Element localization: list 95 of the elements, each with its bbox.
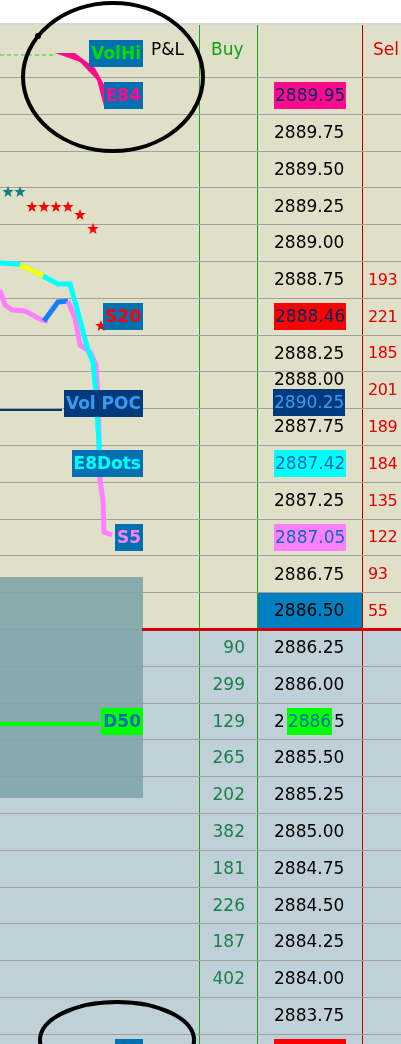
buy-volume: 90 bbox=[223, 636, 245, 660]
sell-volume: 55 bbox=[368, 600, 388, 623]
price-cell[interactable]: 2884.25 bbox=[257, 924, 363, 961]
sell-volume: 193 bbox=[368, 268, 398, 291]
poc-line bbox=[0, 409, 63, 411]
price-text: 2884.75 bbox=[274, 856, 345, 880]
price-cell[interactable]: 2883.75 bbox=[257, 997, 363, 1034]
price-cell[interactable]: 2889.95 bbox=[257, 78, 363, 114]
pnl-header: P&L bbox=[151, 39, 184, 59]
buy-volume: 299 bbox=[212, 672, 245, 696]
indicator-segment bbox=[19, 262, 45, 279]
price-cell[interactable]: 2884.00 bbox=[257, 961, 363, 997]
chart-label-text: E84 bbox=[105, 87, 141, 105]
buy-volume: 382 bbox=[212, 820, 245, 844]
price-text: 2886.00 bbox=[274, 672, 345, 696]
sell-volume: 221 bbox=[368, 305, 398, 328]
buy-volume: 402 bbox=[212, 967, 245, 991]
buy-header: Buy bbox=[211, 39, 244, 59]
price-text: 2885.25 bbox=[274, 783, 345, 807]
sell-volume: 135 bbox=[368, 489, 398, 512]
price-text: 2889.00 bbox=[274, 231, 345, 255]
sell-volume: 184 bbox=[368, 452, 398, 475]
marker-price: 2890.25 bbox=[274, 394, 345, 412]
price-cell[interactable]: 2886.75 bbox=[257, 556, 363, 593]
price-cell[interactable]: 2887.25 bbox=[257, 482, 363, 519]
star-icon bbox=[87, 223, 99, 234]
price-text: 2888.00 bbox=[274, 370, 345, 388]
buy-volume: 181 bbox=[212, 856, 245, 880]
price-text: 2886.25 bbox=[274, 636, 345, 660]
price-cell[interactable]: 2889.50 bbox=[257, 151, 363, 188]
price-text: 2887.75 bbox=[274, 415, 345, 439]
price-cell[interactable]: 2889.25 bbox=[257, 188, 363, 225]
sell-volume: 93 bbox=[368, 563, 388, 586]
price-cell[interactable]: 2889.75 bbox=[257, 114, 363, 151]
price-text: 2889.25 bbox=[274, 194, 345, 218]
price-text: 2886.75 bbox=[274, 562, 345, 586]
price-cell[interactable]: 2886.00 bbox=[257, 666, 363, 703]
chart-label-text: D50 bbox=[103, 712, 141, 730]
sell-volume: 122 bbox=[368, 526, 398, 549]
price-cell[interactable]: 2889.00 bbox=[257, 225, 363, 261]
price-cell[interactable]: 2888.75 bbox=[257, 262, 363, 298]
marker-price: 2886 bbox=[287, 712, 332, 730]
price-text: 2885.00 bbox=[274, 820, 345, 844]
buy-volume: 226 bbox=[212, 893, 245, 917]
price-cell[interactable]: 2888.25 bbox=[257, 335, 363, 372]
star-icon bbox=[74, 209, 86, 220]
star-icon bbox=[14, 186, 26, 197]
price-text: 2888.75 bbox=[274, 268, 345, 292]
marker-price: 2889.95 bbox=[275, 87, 346, 105]
price-fragment: 5 bbox=[334, 709, 345, 733]
price-text: 2889.50 bbox=[274, 157, 345, 181]
sell-volume: 185 bbox=[368, 342, 398, 365]
price-text: 2885.50 bbox=[274, 746, 345, 770]
price-cell[interactable]: 2885.00 bbox=[257, 813, 363, 850]
buy-volume: 129 bbox=[212, 709, 245, 733]
buy-volume: 202 bbox=[212, 783, 245, 807]
indicator-segment bbox=[42, 298, 69, 323]
price-text: 2887.25 bbox=[274, 488, 345, 512]
dashed-level-line bbox=[0, 54, 56, 56]
price-cell[interactable]: 2887.75 bbox=[257, 409, 363, 445]
price-cell[interactable]: 2885.50 bbox=[257, 740, 363, 777]
star-icon bbox=[50, 201, 62, 212]
star-icon bbox=[2, 186, 14, 197]
price-text: 2884.25 bbox=[274, 930, 345, 954]
buy-volume: 187 bbox=[212, 930, 245, 954]
price-cell[interactable]: 2886.50 bbox=[257, 593, 363, 629]
buy-volume: 265 bbox=[212, 746, 245, 770]
indicator-line bbox=[0, 289, 49, 324]
price-cell[interactable]: 2884.75 bbox=[257, 850, 363, 887]
sell-volume: 189 bbox=[368, 416, 398, 439]
sell-volume: 201 bbox=[368, 379, 398, 402]
chart-label-text: E8Dots bbox=[73, 455, 141, 473]
price-text: 2888.25 bbox=[274, 341, 345, 365]
chart-label-text: S5 bbox=[116, 528, 141, 546]
star-icon bbox=[38, 201, 50, 212]
star-icon bbox=[26, 201, 38, 212]
marker-price: 2887.05 bbox=[275, 528, 346, 546]
price-cell[interactable]: 2886.25 bbox=[257, 629, 363, 666]
price-text: 2884.00 bbox=[274, 967, 345, 991]
price-cell[interactable]: 2887.42 bbox=[257, 445, 363, 482]
chart-label-text: S20 bbox=[105, 308, 141, 326]
price-text: 2886.50 bbox=[274, 599, 345, 623]
price-text: 2889.75 bbox=[274, 120, 345, 144]
chart-label-text: Vol POC bbox=[65, 394, 141, 412]
price-text: 2883.75 bbox=[274, 1004, 345, 1028]
sell-header: Sel bbox=[373, 39, 399, 59]
marker-price: 2888.46 bbox=[275, 308, 346, 326]
chart-label-text: VolHi bbox=[91, 45, 141, 62]
price-cell[interactable]: 2 2886 5 bbox=[257, 703, 363, 740]
marker-price: 2887.42 bbox=[275, 455, 346, 473]
price-fragment: 2 bbox=[274, 709, 285, 733]
star-icon bbox=[62, 201, 74, 212]
price-cell[interactable]: 2885.25 bbox=[257, 777, 363, 813]
price-text: 2884.50 bbox=[274, 893, 345, 917]
price-cell[interactable]: 2884.50 bbox=[257, 887, 363, 924]
